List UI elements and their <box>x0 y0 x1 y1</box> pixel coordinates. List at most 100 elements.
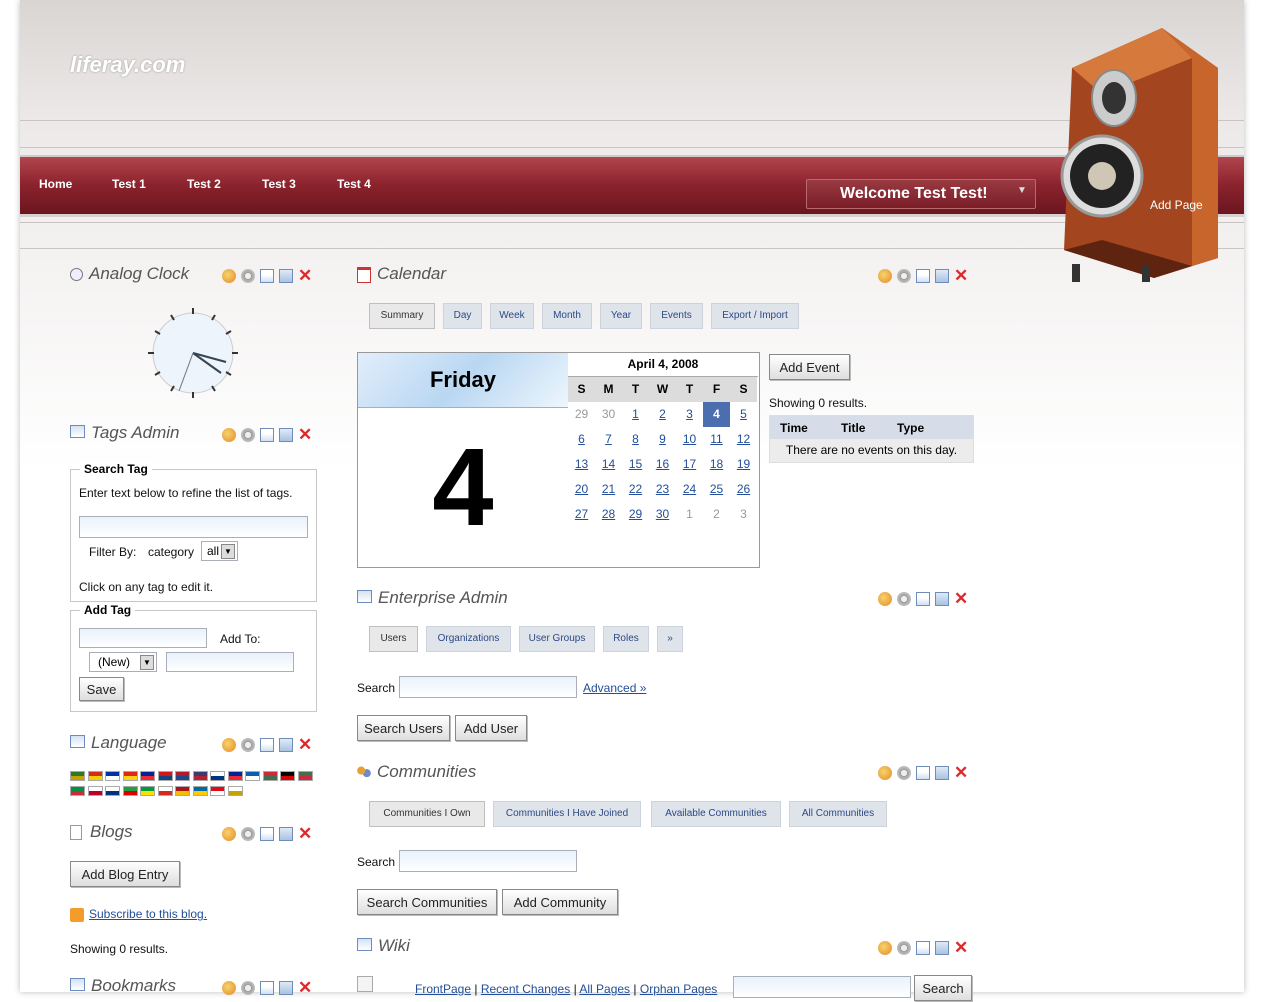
language-flag-icon[interactable] <box>122 771 138 781</box>
calendar-day[interactable]: 3 <box>676 402 703 427</box>
calendar-day[interactable]: 16 <box>649 452 676 477</box>
look-and-feel-icon[interactable] <box>878 765 892 780</box>
close-icon[interactable]: ✕ <box>298 426 312 443</box>
language-flag-icon[interactable] <box>245 771 260 781</box>
language-flag-icon[interactable] <box>210 786 225 796</box>
minimize-icon[interactable] <box>260 268 274 283</box>
maximize-icon[interactable] <box>279 427 293 442</box>
tab-available-communities[interactable]: Available Communities <box>651 801 781 827</box>
tab-month[interactable]: Month <box>542 303 592 329</box>
look-and-feel-icon[interactable] <box>878 940 892 955</box>
calendar-day[interactable]: 6 <box>568 427 595 452</box>
wiki-search-button[interactable]: Search <box>914 975 972 1001</box>
advanced-search-link[interactable]: Advanced » <box>583 681 646 695</box>
welcome-dock[interactable]: Welcome Test Test! ▼ <box>806 179 1036 209</box>
add-to-select[interactable]: (New) ▼ <box>89 652 157 672</box>
calendar-day[interactable]: 12 <box>730 427 757 452</box>
language-flag-icon[interactable] <box>157 771 173 781</box>
add-event-button[interactable]: Add Event <box>769 354 850 380</box>
filter-select[interactable]: all ▼ <box>201 541 238 561</box>
minimize-icon[interactable] <box>260 980 274 995</box>
calendar-day-selected[interactable]: 4 <box>703 402 730 427</box>
calendar-day[interactable]: 29 <box>622 502 649 527</box>
wiki-link-orphan-pages[interactable]: Orphan Pages <box>640 982 717 996</box>
look-and-feel-icon[interactable] <box>878 591 892 606</box>
search-users-button[interactable]: Search Users <box>357 715 450 741</box>
tab-week[interactable]: Week <box>490 303 534 329</box>
language-flag-icon[interactable] <box>175 786 190 796</box>
minimize-icon[interactable] <box>260 826 274 841</box>
language-flag-icon[interactable] <box>70 786 85 796</box>
language-flag-icon[interactable] <box>210 771 225 781</box>
maximize-icon[interactable] <box>279 737 293 752</box>
tab-all-communities[interactable]: All Communities <box>789 801 887 827</box>
minimize-icon[interactable] <box>916 765 930 780</box>
language-flag-icon[interactable] <box>297 771 313 781</box>
look-and-feel-icon[interactable] <box>222 737 236 752</box>
minimize-icon[interactable] <box>916 268 930 283</box>
close-icon[interactable]: ✕ <box>954 939 968 956</box>
nav-home[interactable]: Home <box>39 177 72 191</box>
wiki-link-recent-changes[interactable]: Recent Changes <box>481 982 570 996</box>
add-community-button[interactable]: Add Community <box>502 889 618 915</box>
save-button[interactable]: Save <box>79 677 124 701</box>
add-tag-input[interactable] <box>79 628 207 648</box>
language-flag-icon[interactable] <box>227 771 243 781</box>
minimize-icon[interactable] <box>916 591 930 606</box>
language-flag-icon[interactable] <box>280 771 295 781</box>
maximize-icon[interactable] <box>935 940 949 955</box>
minimize-icon[interactable] <box>916 940 930 955</box>
tab-summary[interactable]: Summary <box>369 303 435 329</box>
language-flag-icon[interactable] <box>157 786 173 796</box>
subscribe-link[interactable]: Subscribe to this blog. <box>89 907 207 921</box>
calendar-day[interactable]: 15 <box>622 452 649 477</box>
tab-communities-joined[interactable]: Communities I Have Joined <box>493 801 641 827</box>
minimize-icon[interactable] <box>260 737 274 752</box>
calendar-day[interactable]: 5 <box>730 402 757 427</box>
calendar-day[interactable]: 1 <box>622 402 649 427</box>
maximize-icon[interactable] <box>279 826 293 841</box>
add-user-button[interactable]: Add User <box>455 715 527 741</box>
calendar-day[interactable]: 17 <box>676 452 703 477</box>
calendar-day[interactable]: 26 <box>730 477 757 502</box>
wiki-link-all-pages[interactable]: All Pages <box>579 982 630 996</box>
language-flag-icon[interactable] <box>175 771 190 781</box>
configuration-icon[interactable] <box>241 268 255 283</box>
maximize-icon[interactable] <box>935 591 949 606</box>
configuration-icon[interactable] <box>241 737 255 752</box>
close-icon[interactable]: ✕ <box>954 590 968 607</box>
language-flag-icon[interactable] <box>227 786 243 796</box>
calendar-day[interactable]: 30 <box>649 502 676 527</box>
look-and-feel-icon[interactable] <box>222 980 236 995</box>
calendar-day[interactable]: 13 <box>568 452 595 477</box>
configuration-icon[interactable] <box>897 765 911 780</box>
add-blog-entry-button[interactable]: Add Blog Entry <box>70 861 180 887</box>
minimize-icon[interactable] <box>260 427 274 442</box>
close-icon[interactable]: ✕ <box>298 825 312 842</box>
maximize-icon[interactable] <box>935 268 949 283</box>
configuration-icon[interactable] <box>897 940 911 955</box>
search-tag-input[interactable] <box>79 516 308 538</box>
calendar-day[interactable]: 23 <box>649 477 676 502</box>
add-page-link[interactable]: Add Page <box>1150 198 1203 212</box>
tab-users[interactable]: Users <box>369 626 418 652</box>
language-flag-icon[interactable] <box>70 771 85 781</box>
close-icon[interactable]: ✕ <box>298 979 312 996</box>
calendar-day[interactable]: 10 <box>676 427 703 452</box>
look-and-feel-icon[interactable] <box>222 268 236 283</box>
nav-test-3[interactable]: Test 3 <box>262 177 296 191</box>
language-flag-icon[interactable] <box>122 786 138 796</box>
calendar-day[interactable]: 2 <box>649 402 676 427</box>
calendar-day[interactable]: 21 <box>595 477 622 502</box>
tab-export-import[interactable]: Export / Import <box>711 303 799 329</box>
tab-year[interactable]: Year <box>600 303 642 329</box>
look-and-feel-icon[interactable] <box>222 427 236 442</box>
calendar-day[interactable]: 24 <box>676 477 703 502</box>
look-and-feel-icon[interactable] <box>878 268 892 283</box>
language-flag-icon[interactable] <box>192 786 208 796</box>
configuration-icon[interactable] <box>241 980 255 995</box>
calendar-day[interactable]: 20 <box>568 477 595 502</box>
wiki-search-input[interactable] <box>733 976 911 998</box>
language-flag-icon[interactable] <box>105 786 120 796</box>
close-icon[interactable]: ✕ <box>954 267 968 284</box>
